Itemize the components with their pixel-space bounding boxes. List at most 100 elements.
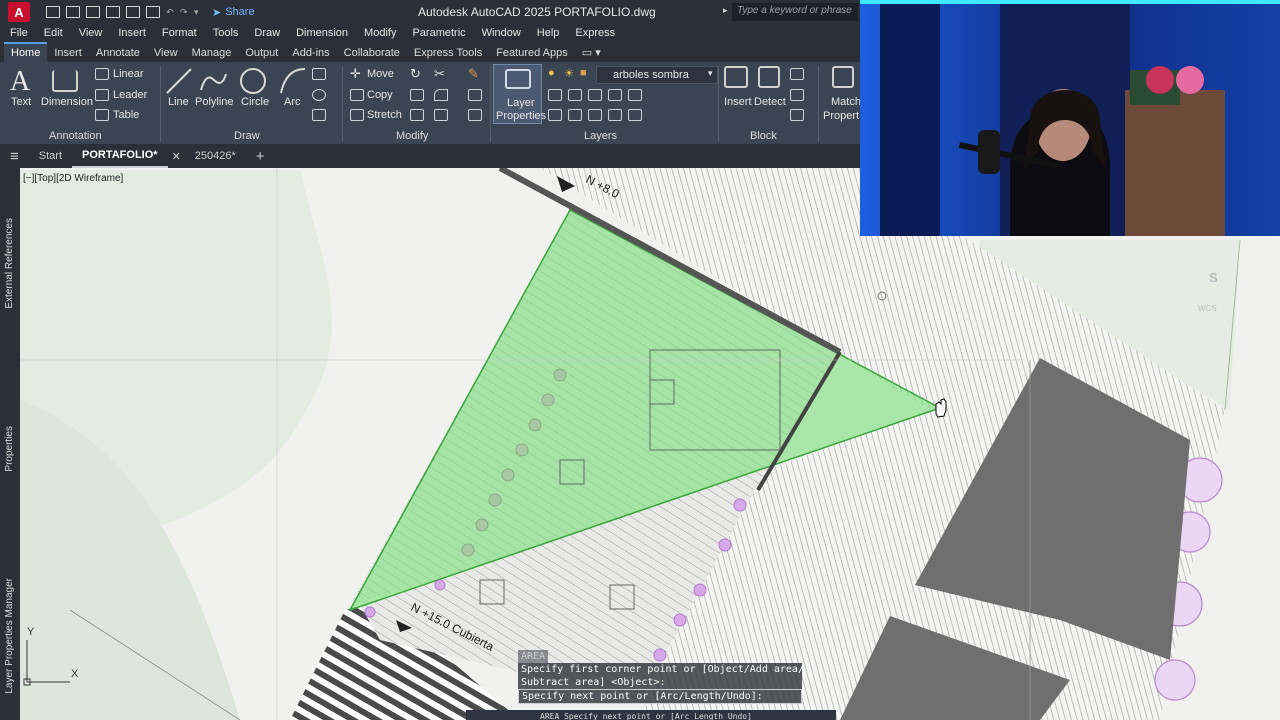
customize-chevron-icon[interactable]: ▾ bbox=[194, 7, 202, 18]
web-save-icon[interactable] bbox=[126, 6, 140, 18]
save-as-icon[interactable] bbox=[106, 6, 120, 18]
plot-icon[interactable] bbox=[146, 6, 160, 18]
layer-on-icon[interactable]: ● bbox=[548, 67, 555, 79]
hatch-icon[interactable] bbox=[312, 109, 326, 121]
share-button[interactable]: ➤ Share bbox=[212, 6, 255, 19]
layer-properties-button[interactable]: Layer Properties bbox=[493, 64, 546, 124]
match-properties-icon[interactable] bbox=[832, 66, 854, 88]
layer-dropdown-chevron-icon[interactable]: ▾ bbox=[708, 68, 713, 79]
tab-home[interactable]: Home bbox=[4, 42, 48, 62]
move-button[interactable]: Move bbox=[367, 68, 394, 80]
command-input[interactable]: AREA Specify next point or [Arc Length U… bbox=[540, 712, 752, 720]
viewcube-south-label[interactable]: S bbox=[1209, 270, 1218, 285]
palette-external-references[interactable]: External References bbox=[4, 218, 15, 309]
explode-icon[interactable] bbox=[468, 89, 482, 101]
menu-dimension[interactable]: Dimension bbox=[296, 27, 348, 39]
wcs-label[interactable]: WCS bbox=[1198, 304, 1217, 313]
block-tool-2-icon[interactable] bbox=[790, 89, 804, 101]
layer-tool-5-icon[interactable] bbox=[628, 89, 642, 101]
layer-tool-10-icon[interactable] bbox=[628, 109, 642, 121]
copy-button[interactable]: Copy bbox=[367, 89, 393, 101]
text-icon[interactable]: A bbox=[10, 66, 30, 98]
tab-manage[interactable]: Manage bbox=[185, 44, 239, 62]
file-tab-250426[interactable]: 250426* bbox=[185, 144, 246, 168]
ribbon-minimize-icon[interactable]: ▭ ▾ bbox=[575, 43, 608, 62]
detect-button[interactable]: Detect bbox=[754, 96, 786, 108]
menu-window[interactable]: Window bbox=[482, 27, 521, 39]
tab-express-tools[interactable]: Express Tools bbox=[407, 44, 489, 62]
new-tab-icon[interactable]: + bbox=[246, 144, 275, 168]
trim-icon[interactable]: ✂ bbox=[434, 66, 445, 82]
scale-icon[interactable] bbox=[410, 109, 424, 121]
match-properties-label-1[interactable]: Match bbox=[831, 96, 861, 108]
menu-modify[interactable]: Modify bbox=[364, 27, 396, 39]
offset-icon[interactable] bbox=[468, 109, 482, 121]
tab-annotate[interactable]: Annotate bbox=[89, 44, 147, 62]
close-tab-icon[interactable]: ✕ bbox=[168, 144, 185, 168]
viewport-controls[interactable]: [−][Top][2D Wireframe] bbox=[23, 173, 123, 184]
layer-freeze-icon[interactable]: ☀ bbox=[564, 67, 574, 80]
rectangle-icon[interactable] bbox=[312, 68, 326, 80]
arc-button[interactable]: Arc bbox=[284, 96, 301, 108]
app-logo[interactable]: A bbox=[8, 2, 30, 22]
panel-title-modify[interactable]: Modify bbox=[396, 130, 428, 142]
drawing-canvas[interactable]: N +8.0 N +15.0 Cubierta S WCS Y X bbox=[20, 168, 1280, 720]
fillet-icon[interactable] bbox=[434, 89, 448, 101]
dimension-button[interactable]: Dimension bbox=[41, 96, 93, 108]
leader-button[interactable]: Leader bbox=[113, 89, 147, 101]
ellipse-icon[interactable] bbox=[312, 89, 326, 101]
match-properties-label-2[interactable]: Propert bbox=[823, 110, 859, 122]
mirror-icon[interactable] bbox=[410, 89, 424, 101]
line-icon[interactable] bbox=[164, 66, 194, 96]
undo-icon[interactable]: ↶ bbox=[166, 7, 174, 18]
insert-block-icon[interactable] bbox=[724, 66, 748, 88]
panel-title-layers[interactable]: Layers bbox=[584, 130, 617, 142]
circle-button[interactable]: Circle bbox=[241, 96, 269, 108]
menu-draw[interactable]: Draw bbox=[254, 27, 280, 39]
array-icon[interactable] bbox=[434, 109, 448, 121]
circle-icon[interactable] bbox=[238, 66, 268, 96]
text-button[interactable]: Text bbox=[11, 96, 31, 108]
dimension-icon[interactable] bbox=[52, 70, 78, 92]
file-tab-start[interactable]: Start bbox=[29, 144, 72, 168]
menu-view[interactable]: View bbox=[79, 27, 103, 39]
line-button[interactable]: Line bbox=[168, 96, 189, 108]
open-icon[interactable] bbox=[66, 6, 80, 18]
menu-parametric[interactable]: Parametric bbox=[412, 27, 465, 39]
layer-tool-4-icon[interactable] bbox=[608, 89, 622, 101]
block-tool-1-icon[interactable] bbox=[790, 68, 804, 80]
detect-icon[interactable] bbox=[758, 66, 780, 88]
menu-tools[interactable]: Tools bbox=[213, 27, 239, 39]
layer-tool-9-icon[interactable] bbox=[608, 109, 622, 121]
menu-express[interactable]: Express bbox=[575, 27, 615, 39]
layer-tool-3-icon[interactable] bbox=[588, 89, 602, 101]
table-button[interactable]: Table bbox=[113, 109, 139, 121]
palette-layer-properties-manager[interactable]: Layer Properties Manager bbox=[4, 578, 15, 694]
polyline-button[interactable]: Polyline bbox=[195, 96, 234, 108]
layer-tool-6-icon[interactable] bbox=[548, 109, 562, 121]
tab-view[interactable]: View bbox=[147, 44, 185, 62]
menu-edit[interactable]: Edit bbox=[44, 27, 63, 39]
search-input[interactable]: Type a keyword or phrase bbox=[732, 3, 858, 21]
rotate-icon[interactable]: ↻ bbox=[410, 66, 421, 82]
save-icon[interactable] bbox=[86, 6, 100, 18]
layer-dropdown[interactable]: arboles sombra bbox=[596, 66, 718, 84]
linear-button[interactable]: Linear bbox=[113, 68, 144, 80]
file-tab-portafolio[interactable]: PORTAFOLIO* bbox=[72, 144, 168, 168]
layer-lock-icon[interactable]: ■ bbox=[580, 67, 587, 79]
layer-tool-1-icon[interactable] bbox=[548, 89, 562, 101]
erase-icon[interactable]: ✎ bbox=[468, 66, 479, 82]
polyline-icon[interactable] bbox=[198, 66, 228, 96]
panel-title-annotation[interactable]: Annotation bbox=[49, 130, 102, 142]
block-tool-3-icon[interactable] bbox=[790, 109, 804, 121]
stretch-button[interactable]: Stretch bbox=[367, 109, 402, 121]
layer-tool-2-icon[interactable] bbox=[568, 89, 582, 101]
panel-title-block[interactable]: Block bbox=[750, 130, 777, 142]
menu-help[interactable]: Help bbox=[537, 27, 560, 39]
search-expand-icon[interactable]: ▸ bbox=[723, 5, 728, 16]
menu-format[interactable]: Format bbox=[162, 27, 197, 39]
tab-add-ins[interactable]: Add-ins bbox=[285, 44, 336, 62]
tab-featured-apps[interactable]: Featured Apps bbox=[489, 44, 575, 62]
panel-title-draw[interactable]: Draw bbox=[234, 130, 260, 142]
new-icon[interactable] bbox=[46, 6, 60, 18]
